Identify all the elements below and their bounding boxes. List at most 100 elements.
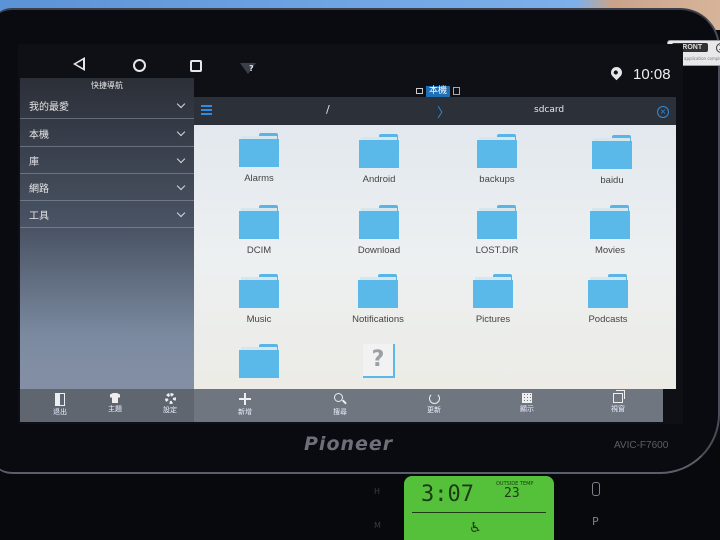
refresh-icon	[428, 393, 440, 404]
folder-icon	[239, 274, 279, 308]
file-name: LOST.DIR	[475, 245, 519, 256]
sidebar-item-favorites[interactable]: 我的最愛	[20, 92, 194, 119]
file-item[interactable]	[204, 344, 314, 384]
folder-icon	[239, 344, 279, 378]
sidebar-item-library[interactable]: 庫	[20, 147, 194, 174]
new-button[interactable]: 新增	[220, 393, 270, 417]
file-item[interactable]: Music	[204, 274, 314, 325]
chevron-down-icon	[176, 99, 186, 108]
file-item[interactable]: Alarms	[204, 133, 314, 184]
sidebar-title: 快捷導航	[91, 81, 123, 90]
file-name: Music	[246, 314, 272, 325]
file-name: Download	[357, 245, 401, 256]
breadcrumb-current[interactable]: sdcard	[534, 105, 564, 115]
file-item[interactable]: Podcasts	[553, 274, 663, 325]
exit-button[interactable]: 退出	[35, 393, 85, 417]
wifi-status-text: ?	[249, 64, 254, 73]
view-button[interactable]: 顯示	[502, 393, 552, 414]
folder-icon	[590, 205, 630, 239]
storage-badge[interactable]: 本機	[426, 85, 451, 97]
file-item[interactable]: backups	[442, 134, 552, 185]
button-label: 設定	[163, 406, 177, 414]
sidebar-item-local[interactable]: 本機	[20, 120, 194, 147]
hour-button-label[interactable]: H	[374, 487, 380, 496]
status-clock: 10:08	[633, 66, 671, 83]
sticker-number: 2	[716, 43, 720, 53]
folder-icon	[477, 205, 517, 239]
sidebar-item-network[interactable]: 網路	[20, 174, 194, 201]
settings-button[interactable]: 設定	[145, 393, 195, 415]
theme-button[interactable]: 主題	[90, 393, 140, 414]
settings-gear-icon	[164, 393, 176, 404]
file-item[interactable]: baidu	[557, 135, 667, 186]
sidebar-item-label: 網路	[29, 183, 49, 195]
home-icon[interactable]	[133, 59, 146, 72]
folder-icon	[359, 205, 399, 239]
home-icon[interactable]	[416, 88, 423, 94]
path-toolbar: / 〉 sdcard ×	[194, 97, 676, 125]
bottom-action-bar: 退出 主題 設定 新增 搜尋 更新 顯示 視窗	[20, 389, 663, 422]
sidebar-item-label: 我的最愛	[29, 101, 69, 113]
unknown-file-icon: ?	[363, 344, 395, 378]
parking-label: P	[592, 515, 599, 528]
hamburger-icon[interactable]	[201, 105, 212, 115]
button-label: 主題	[108, 405, 122, 413]
back-icon[interactable]	[73, 57, 85, 71]
file-item[interactable]: Download	[324, 205, 434, 256]
folder-icon	[358, 274, 398, 308]
file-item[interactable]: Movies	[555, 205, 665, 256]
file-name: DCIM	[246, 245, 272, 256]
button-label: 顯示	[520, 405, 534, 413]
file-item[interactable]: ?	[324, 344, 434, 384]
refresh-button[interactable]: 更新	[409, 393, 459, 415]
file-name: Android	[362, 174, 396, 185]
folder-icon	[477, 134, 517, 168]
close-circle-icon[interactable]: ×	[657, 106, 669, 118]
storage-selector[interactable]: 本機	[416, 85, 461, 97]
minute-button-label[interactable]: M	[374, 521, 381, 530]
file-item[interactable]: Pictures	[438, 274, 548, 325]
sdcard-icon[interactable]	[453, 87, 461, 95]
sidebar-item-label: 庫	[29, 156, 39, 168]
file-name: baidu	[600, 175, 624, 186]
file-name: Movies	[594, 245, 626, 256]
file-item[interactable]: Notifications	[323, 274, 433, 325]
quick-nav-sidebar: 快捷導航 我的最愛 本機 庫 網路 工具	[20, 78, 194, 422]
button-label: 新增	[238, 408, 252, 416]
folder-icon	[239, 205, 279, 239]
file-name: Podcasts	[588, 314, 628, 325]
brand-logo: Pioneer	[304, 433, 394, 455]
button-label: 搜尋	[333, 408, 347, 416]
breadcrumb-separator: 〉	[437, 106, 451, 121]
search-icon	[334, 393, 346, 406]
chevron-down-icon	[176, 181, 186, 190]
sidebar-item-tools[interactable]: 工具	[20, 201, 194, 228]
file-name: Pictures	[475, 314, 511, 325]
exit-icon	[55, 393, 65, 406]
windows-icon	[613, 390, 625, 403]
grid-view-icon	[522, 393, 532, 403]
dashboard-lcd: 3:07 OUTSIDE TEMP 23 ♿	[404, 476, 554, 540]
wifi-status-icon: ?	[240, 63, 258, 75]
chevron-down-icon	[176, 208, 186, 217]
button-label: 視窗	[611, 405, 625, 413]
breadcrumb-root[interactable]: /	[326, 103, 330, 116]
file-name: backups	[479, 174, 515, 185]
chevron-down-icon	[176, 154, 186, 163]
file-name: Notifications	[352, 314, 404, 325]
button-label: 退出	[53, 408, 67, 416]
windows-button[interactable]: 視窗	[593, 390, 643, 414]
car-icon	[592, 482, 600, 496]
folder-icon	[592, 135, 632, 169]
file-item[interactable]: LOST.DIR	[442, 205, 552, 256]
seatbelt-icon: ♿	[469, 520, 482, 536]
dashboard-clock: 3:07	[421, 482, 474, 507]
search-button[interactable]: 搜尋	[315, 393, 365, 417]
recent-apps-icon[interactable]	[190, 60, 202, 72]
chevron-down-icon	[176, 127, 186, 136]
file-item[interactable]: DCIM	[204, 205, 314, 256]
theme-icon	[110, 393, 120, 403]
model-label: AVIC-F7600	[614, 440, 669, 451]
file-item[interactable]: Android	[324, 134, 434, 185]
sidebar-item-label: 本機	[29, 129, 49, 141]
